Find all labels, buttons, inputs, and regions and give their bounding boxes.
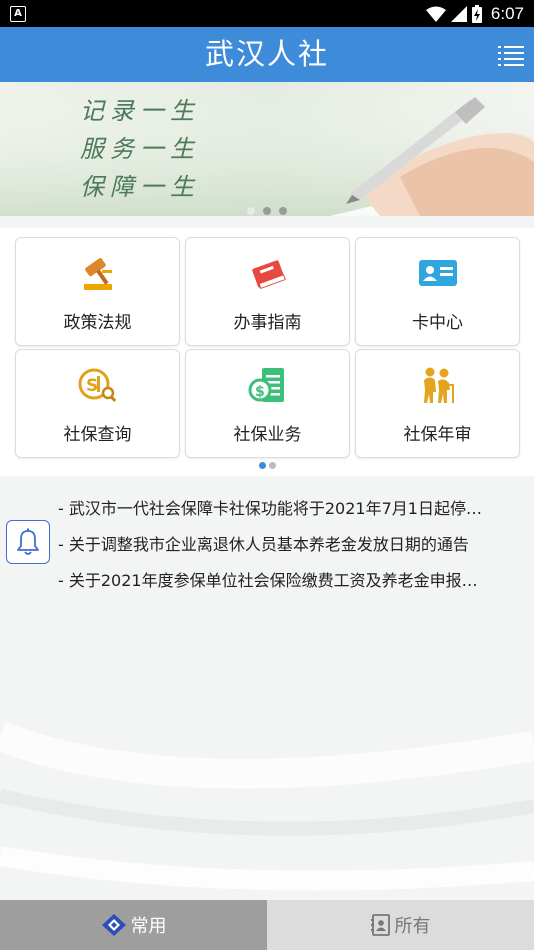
grid-item-ss-business[interactable]: $ 社保业务 <box>185 349 350 458</box>
tab-all[interactable]: 所有 <box>267 900 534 950</box>
app-header: 武汉人社 <box>0 27 534 82</box>
grid-item-label: 社保业务 <box>233 425 302 445</box>
grid-item-label: 办事指南 <box>233 313 302 333</box>
svg-text:S: S <box>86 376 98 396</box>
grid-item-label: 卡中心 <box>412 313 463 333</box>
grid-item-ss-query[interactable]: S 社保查询 <box>15 349 180 458</box>
service-grid: 政策法规 办事指南 卡中心 S 社保查询 $ 社保业务 社保年审 <box>0 228 534 476</box>
banner-dot[interactable] <box>247 207 255 215</box>
diamond-icon <box>101 914 126 936</box>
banner-dot[interactable] <box>263 207 271 215</box>
grid-page-indicator <box>0 462 534 469</box>
notice-item[interactable]: - 关于2021年度参保单位社会保险缴费工资及养老金申报… <box>58 568 528 604</box>
notice-item[interactable]: - 武汉市一代社会保障卡社保功能将于2021年7月1日起停… <box>58 496 528 532</box>
ss-search-icon: S <box>78 368 116 402</box>
notice-section: - 武汉市一代社会保障卡社保功能将于2021年7月1日起停… - 关于调整我市企… <box>0 476 534 900</box>
grid-dot[interactable] <box>268 462 276 469</box>
tab-label: 常用 <box>130 916 167 937</box>
banner-slogan: 记录一生 <box>80 97 200 125</box>
book-icon <box>251 260 286 290</box>
battery-icon <box>471 5 482 23</box>
grid-item-card-center[interactable]: 卡中心 <box>355 237 520 346</box>
status-time: 6:07 <box>490 4 524 23</box>
banner-dot[interactable] <box>279 207 287 215</box>
banner-slogan: 服务一生 <box>80 135 200 163</box>
tab-common[interactable]: 常用 <box>0 900 267 950</box>
grid-item-label: 社保年审 <box>403 425 472 445</box>
banner-carousel[interactable]: 记录一生 服务一生 保障一生 <box>0 82 534 216</box>
wifi-icon <box>425 6 446 22</box>
notice-item[interactable]: - 关于调整我市企业离退休人员基本养老金发放日期的通告 <box>58 532 528 568</box>
grid-dot[interactable] <box>258 462 266 469</box>
status-icons: 6:07 <box>425 3 524 25</box>
banner-slogans: 记录一生 服务一生 保障一生 <box>80 92 200 206</box>
app-notification-icon: A <box>10 6 26 22</box>
banner-page-indicator <box>0 207 534 215</box>
page-title: 武汉人社 <box>204 37 329 71</box>
tab-label: 所有 <box>394 916 431 937</box>
grid-item-guide[interactable]: 办事指南 <box>185 237 350 346</box>
ss-document-icon: $ <box>248 368 284 402</box>
grid-item-label: 社保查询 <box>63 425 132 445</box>
signal-icon <box>450 6 467 22</box>
grid-item-label: 政策法规 <box>63 313 132 333</box>
gavel-icon <box>83 258 112 290</box>
banner-slogan: 保障一生 <box>80 173 200 201</box>
id-card-icon <box>418 260 457 286</box>
grid-item-policy[interactable]: 政策法规 <box>15 237 180 346</box>
notice-list: - 武汉市一代社会保障卡社保功能将于2021年7月1日起停… - 关于调整我市企… <box>58 496 528 604</box>
elderly-couple-icon <box>423 367 454 403</box>
list-menu-icon[interactable] <box>498 44 524 66</box>
notice-bell-button[interactable] <box>6 520 50 564</box>
contact-book-icon <box>370 914 390 936</box>
svg-text:$: $ <box>255 384 265 400</box>
bottom-tab-bar: 常用 所有 <box>0 900 534 950</box>
bell-icon <box>17 528 39 555</box>
grid-item-ss-annual-review[interactable]: 社保年审 <box>355 349 520 458</box>
status-bar: A 6:07 <box>0 0 534 27</box>
